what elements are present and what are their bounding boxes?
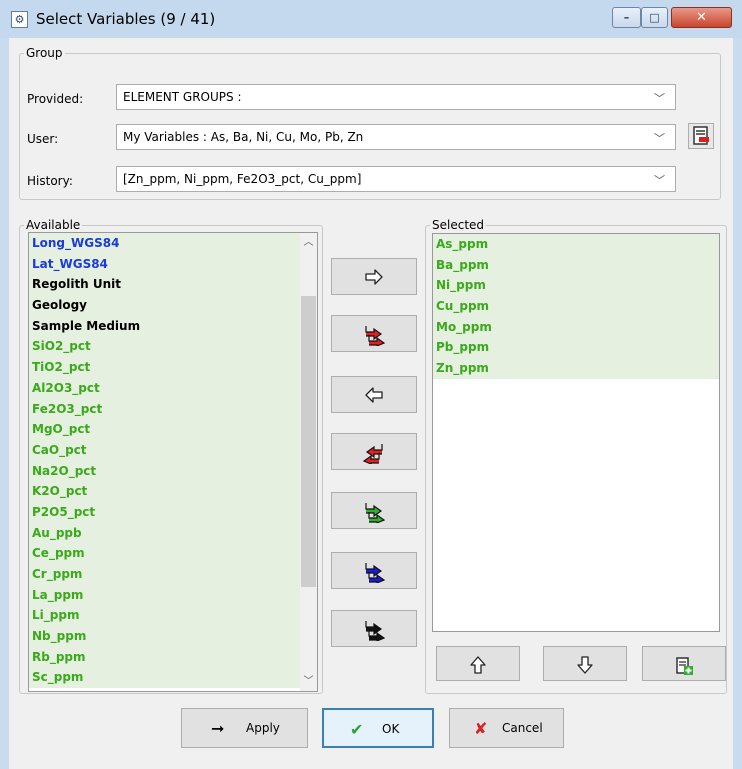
list-item[interactable]: Al2O3_pct (29, 377, 317, 399)
list-item[interactable]: Nb_ppm (29, 626, 317, 647)
list-item[interactable]: MgO_pct (29, 419, 317, 440)
list-item[interactable]: Regolith Unit (29, 274, 317, 296)
move-up-button[interactable] (436, 646, 520, 681)
add-all-black-icon (365, 621, 386, 642)
select-variables-window: ⚙ Select Variables (9 / 41) – □ ✕ Group … (0, 0, 742, 769)
add-black-group-button[interactable] (331, 610, 417, 647)
apply-button[interactable]: ➞ Apply (181, 708, 308, 748)
history-value: [Zn_ppm, Ni_ppm, Fe2O3_pct, Cu_ppm] (123, 172, 362, 186)
chevron-down-icon: ﹀ (654, 92, 665, 105)
user-combo[interactable]: My Variables : As, Ba, Ni, Cu, Mo, Pb, Z… (116, 124, 676, 150)
add-list-icon (676, 657, 693, 675)
list-item[interactable]: Cu_ppm (433, 296, 719, 317)
ok-label: OK (382, 722, 400, 736)
available-listbox[interactable]: Long_WGS84 Lat_WGS84 Regolith Unit Geology S… (28, 232, 318, 692)
list-item[interactable]: Mo_ppm (433, 316, 719, 338)
arrow-right-icon: ➞ (211, 719, 225, 738)
add-to-user-group-button[interactable] (642, 646, 726, 681)
user-label: User: (27, 132, 59, 146)
window-title: Select Variables (9 / 41) (36, 10, 216, 28)
group-fieldset: Group Provided: ELEMENT GROUPS : ﹀ User:… (19, 46, 721, 200)
arrow-left-icon (365, 387, 383, 403)
cancel-label: Cancel (502, 721, 543, 735)
list-item[interactable]: TiO2_pct (29, 357, 317, 378)
list-item[interactable]: K2O_pct (29, 481, 317, 502)
selected-legend: Selected (430, 218, 487, 232)
ok-button[interactable]: ✔ OK (322, 708, 434, 748)
add-all-button[interactable] (331, 315, 417, 352)
list-item[interactable]: Ce_ppm (29, 543, 317, 564)
list-item[interactable]: Lat_WGS84 (29, 253, 317, 275)
selected-fieldset: Selected As_ppm Ba_ppm Ni_ppm Cu_ppm Mo_ppm P… (425, 218, 727, 694)
arrow-right-icon (365, 269, 383, 285)
list-item[interactable]: Fe2O3_pct (29, 398, 317, 420)
chevron-down-icon: ﹀ (654, 132, 665, 145)
add-blue-group-button[interactable] (331, 552, 417, 589)
move-down-button[interactable] (543, 646, 627, 681)
available-legend: Available (24, 218, 83, 232)
list-item[interactable]: CaO_pct (29, 439, 317, 461)
scroll-down-icon[interactable]: ﹀ (300, 673, 317, 690)
minimize-button[interactable]: – (612, 7, 641, 28)
list-item[interactable]: Long_WGS84 (29, 233, 317, 254)
list-item[interactable]: Li_ppm (29, 605, 317, 627)
list-item[interactable]: SiO2_pct (29, 336, 317, 358)
add-all-green-icon (365, 503, 386, 524)
group-legend: Group (24, 46, 65, 60)
add-green-group-button[interactable] (331, 492, 417, 529)
edit-list-icon (693, 126, 709, 145)
list-item[interactable]: Au_ppb (29, 522, 317, 544)
selected-listbox[interactable]: As_ppm Ba_ppm Ni_ppm Cu_ppm Mo_ppm Pb_ppm Zn_p… (432, 233, 720, 632)
list-item[interactable]: Ba_ppm (433, 254, 719, 276)
title-bar[interactable]: ⚙ Select Variables (9 / 41) – □ ✕ (0, 0, 742, 38)
remove-all-button[interactable] (331, 433, 417, 470)
scroll-thumb[interactable] (301, 296, 316, 587)
arrow-up-icon (470, 656, 486, 674)
cancel-x-icon: ✘ (474, 719, 488, 738)
provided-label: Provided: (27, 92, 84, 106)
history-label: History: (27, 174, 73, 188)
selected-list: As_ppm Ba_ppm Ni_ppm Cu_ppm Mo_ppm Pb_ppm Zn_p… (433, 234, 719, 379)
remove-all-red-icon (362, 444, 383, 465)
provided-combo[interactable]: ELEMENT GROUPS : ﹀ (116, 84, 676, 110)
available-scrollbar[interactable]: ︿ ﹀ (300, 233, 317, 691)
checkmark-icon: ✔ (350, 720, 364, 739)
list-item[interactable]: P2O5_pct (29, 501, 317, 523)
list-item[interactable]: Cr_ppm (29, 564, 317, 585)
cancel-button[interactable]: ✘ Cancel (449, 708, 564, 748)
remove-selected-button[interactable] (331, 376, 417, 413)
add-selected-button[interactable] (331, 258, 417, 295)
list-item[interactable]: Sc_ppm (29, 667, 317, 689)
list-item[interactable]: As_ppm (433, 234, 719, 255)
scroll-up-icon[interactable]: ︿ (300, 234, 317, 251)
list-item[interactable]: Rb_ppm (29, 646, 317, 668)
list-item[interactable]: Pb_ppm (433, 337, 719, 359)
list-item[interactable]: La_ppm (29, 584, 317, 606)
add-all-blue-icon (365, 563, 386, 584)
list-item[interactable]: Ni_ppm (433, 275, 719, 297)
history-combo[interactable]: [Zn_ppm, Ni_ppm, Fe2O3_pct, Cu_ppm] ﹀ (116, 166, 676, 192)
list-item[interactable]: Geology (29, 295, 317, 316)
available-list: Long_WGS84 Lat_WGS84 Regolith Unit Geology S… (29, 233, 317, 689)
edit-user-group-button[interactable] (688, 123, 714, 149)
app-icon: ⚙ (11, 11, 28, 28)
minimize-icon: – (623, 11, 630, 24)
available-fieldset: Available Long_WGS84 Lat_WGS84 Regolith Un… (19, 218, 323, 694)
apply-label: Apply (246, 721, 280, 735)
maximize-button[interactable]: □ (641, 7, 668, 28)
user-value: My Variables : As, Ba, Ni, Cu, Mo, Pb, Z… (123, 130, 364, 144)
list-item[interactable]: Zn_ppm (433, 358, 719, 379)
chevron-down-icon: ﹀ (654, 174, 665, 187)
list-item[interactable]: Na2O_pct (29, 460, 317, 482)
maximize-icon: □ (649, 11, 660, 24)
dialog-client-area: Group Provided: ELEMENT GROUPS : ﹀ User:… (9, 38, 733, 769)
close-button[interactable]: ✕ (671, 7, 732, 28)
arrow-down-icon (577, 656, 593, 674)
provided-value: ELEMENT GROUPS : (123, 90, 242, 104)
add-all-red-icon (365, 326, 386, 347)
close-icon: ✕ (696, 10, 707, 25)
list-item[interactable]: Sample Medium (29, 315, 317, 337)
